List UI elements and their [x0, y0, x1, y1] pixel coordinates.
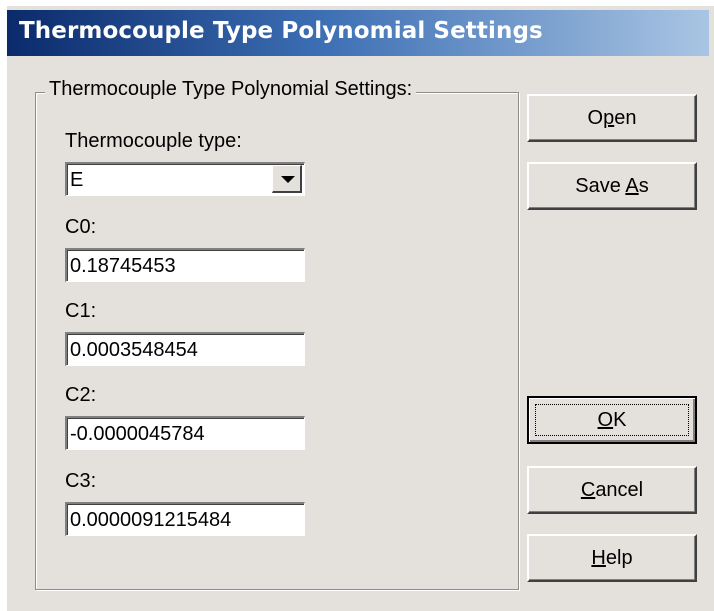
cancel-button[interactable]: Cancel	[527, 466, 697, 514]
title-bar[interactable]: Thermocouple Type Polynomial Settings	[7, 10, 709, 56]
c1-label: C1:	[65, 300, 97, 322]
group-legend: Thermocouple Type Polynomial Settings:	[45, 78, 417, 101]
open-button-label: Open	[587, 106, 637, 129]
thermocouple-type-label: Thermocouple type:	[65, 130, 242, 152]
open-button[interactable]: Open	[527, 94, 697, 142]
c2-label: C2:	[65, 384, 97, 406]
save-as-button[interactable]: Save As	[527, 162, 697, 210]
c1-input[interactable]: 0.0003548454	[65, 332, 305, 366]
focus-rect	[535, 404, 689, 436]
cancel-button-label: Cancel	[580, 478, 644, 501]
c0-input[interactable]: 0.18745453	[65, 248, 305, 282]
dropdown-button[interactable]	[272, 165, 302, 193]
thermocouple-type-value: E	[70, 169, 84, 191]
c3-label: C3:	[65, 470, 97, 492]
dialog-window: Thermocouple Type Polynomial Settings Th…	[6, 6, 714, 611]
thermocouple-type-select[interactable]: E	[65, 162, 305, 196]
window-title: Thermocouple Type Polynomial Settings	[19, 18, 543, 44]
c2-input[interactable]: -0.0000045784	[65, 416, 305, 450]
c3-input[interactable]: 0.0000091215484	[65, 502, 305, 536]
chevron-down-icon	[281, 176, 295, 183]
c0-label: C0:	[65, 216, 97, 238]
ok-button[interactable]: OK	[527, 396, 697, 444]
save-as-button-label: Save As	[575, 174, 649, 197]
help-button-label: Help	[591, 546, 633, 569]
help-button[interactable]: Help	[527, 534, 697, 582]
